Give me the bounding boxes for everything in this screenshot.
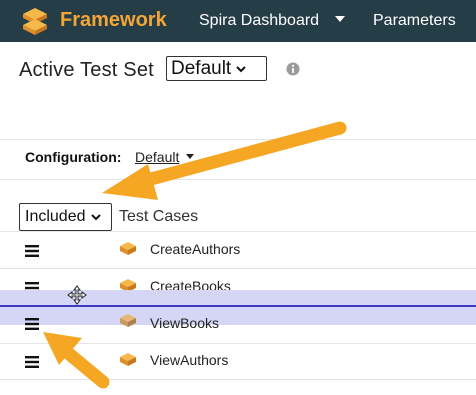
chevron-down-icon[interactable]	[335, 16, 345, 22]
drag-handle-icon[interactable]	[25, 317, 39, 330]
included-filter-value: Included	[25, 208, 86, 225]
drag-handle-icon[interactable]	[25, 355, 39, 368]
divider	[0, 139, 476, 140]
test-case-name[interactable]: ViewAuthors	[150, 352, 228, 368]
drag-handle-icon[interactable]	[25, 244, 39, 257]
nav-parameters[interactable]: Parameters	[373, 11, 456, 31]
drop-indicator-line	[0, 305, 476, 307]
test-set-select[interactable]: Default	[166, 56, 267, 81]
test-set-select-value: Default	[171, 57, 232, 79]
configuration-dropdown[interactable]: Default	[135, 149, 179, 165]
chevron-down-icon	[90, 213, 101, 221]
test-case-icon	[119, 313, 137, 329]
column-header-test-cases: Test Cases	[119, 208, 199, 225]
configuration-label: Configuration:	[25, 149, 122, 165]
table-row[interactable]: ViewAuthors	[0, 343, 476, 380]
framework-logo-icon[interactable]	[20, 6, 50, 36]
info-icon[interactable]	[286, 62, 300, 76]
move-cursor-icon	[67, 285, 87, 305]
page-title: Active Test Set	[19, 59, 154, 81]
nav-spira-dashboard[interactable]: Spira Dashboard	[199, 11, 319, 31]
test-case-name[interactable]: ViewBooks	[150, 315, 219, 331]
test-case-name[interactable]: CreateAuthors	[150, 241, 240, 257]
included-filter-select[interactable]: Included	[19, 203, 112, 231]
test-case-icon	[119, 241, 137, 257]
chevron-down-icon	[236, 65, 246, 73]
row-divider	[0, 379, 476, 380]
divider	[0, 179, 476, 180]
brand-name[interactable]: Framework	[60, 7, 167, 33]
top-navbar: Framework Spira Dashboard Parameters	[0, 0, 476, 42]
test-case-icon	[119, 352, 137, 368]
table-row[interactable]: CreateAuthors	[0, 232, 476, 269]
chevron-down-icon[interactable]	[186, 154, 194, 159]
